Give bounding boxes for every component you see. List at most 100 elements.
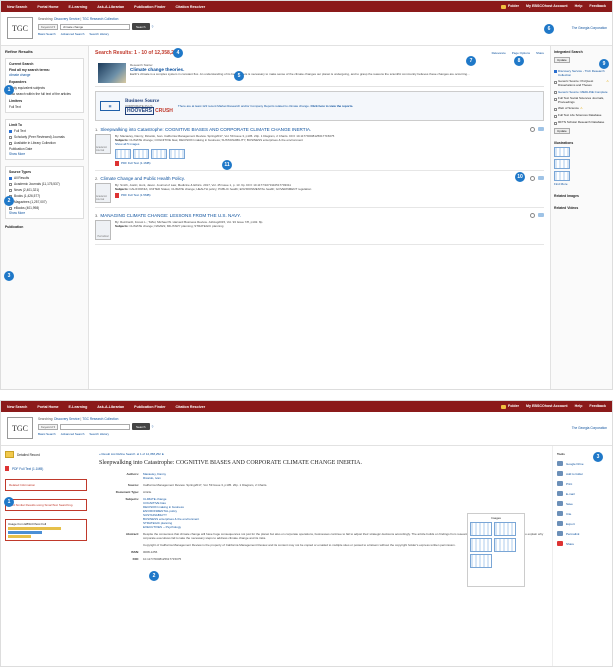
integrated-search-title[interactable]: Integrated Search [554, 50, 609, 54]
feedback-link[interactable]: Feedback [589, 404, 606, 408]
nav-citation-resolver[interactable]: Citation Resolver [176, 405, 206, 409]
preview-icon[interactable] [530, 127, 535, 132]
corporation-link[interactable]: The Georgia Corporation [572, 426, 607, 430]
result-title[interactable]: MANAGING CLIMATE CHANGE: LESSONS FROM TH… [100, 213, 241, 218]
page-options[interactable]: Page Options [512, 51, 530, 55]
nav-e-learning[interactable]: E-Learning [69, 5, 88, 9]
tool-print[interactable]: Print [557, 481, 608, 486]
publication-facet[interactable]: Publication [5, 225, 84, 229]
nav-ask-librarian[interactable]: Ask-A-Librarian [97, 405, 124, 409]
corporation-link[interactable]: The Georgia Corporation [572, 26, 607, 30]
source-all[interactable]: All Results [9, 176, 80, 180]
expander-2[interactable]: Also search within the full text of the … [9, 92, 80, 96]
search-history-link[interactable]: Search History [89, 432, 109, 436]
image-thumb[interactable] [133, 148, 149, 159]
field-select[interactable]: Keyword ▾ [38, 423, 59, 430]
searching-db[interactable]: Discovery Service [54, 417, 80, 421]
image-thumb[interactable] [494, 522, 516, 536]
show-images-link[interactable]: Show all 5 images [115, 142, 544, 146]
tool-add-folder[interactable]: Add to folder [557, 471, 608, 476]
view-reports-link[interactable]: Click here to view the reports. [311, 104, 354, 108]
pdf-full-text-link[interactable]: PDF Full Text (1.1MB) [5, 466, 87, 471]
nav-new-search[interactable]: New Search [7, 5, 27, 9]
nav-ask-librarian[interactable]: Ask-A-Librarian [97, 5, 124, 9]
nav-publication-finder[interactable]: Publication Finder [134, 405, 165, 409]
source-item[interactable]: Discovery Service - TGC Research Collect… [554, 68, 609, 77]
tool-export[interactable]: Export [557, 521, 608, 526]
nav-new-search[interactable]: New Search [7, 405, 27, 409]
search-input[interactable]: climate change [60, 23, 131, 30]
image-thumb[interactable] [470, 554, 492, 568]
update-button-2[interactable]: Update [554, 128, 570, 134]
nav-portal-home[interactable]: Portal Home [37, 405, 58, 409]
source-academic[interactable]: Academic Journals (11,175,537) [9, 182, 80, 186]
source-news[interactable]: News (2,401,321) [9, 188, 80, 192]
update-button[interactable]: Update [554, 57, 570, 63]
help-icon[interactable]: ? [152, 425, 154, 429]
folder-link[interactable]: Folder [501, 404, 519, 409]
tool-google-drive[interactable]: Google Drive [557, 461, 608, 466]
account-link[interactable]: My EBSCOhost Account [526, 4, 568, 8]
source-item[interactable]: Generic Source: ProQuest Dissertations a… [554, 79, 609, 87]
source-item[interactable]: Generic Source: MEDLINE Complete [554, 89, 609, 94]
tool-save[interactable]: Save [557, 501, 608, 506]
detailed-record-item[interactable]: Detailed Record [5, 451, 87, 458]
advanced-search-link[interactable]: Advanced Search [61, 432, 85, 436]
pub-date-range[interactable]: Publication Date [9, 147, 80, 151]
illustration-thumb[interactable] [554, 159, 570, 169]
search-button[interactable]: Search [132, 423, 150, 430]
research-starter-image[interactable] [98, 63, 126, 83]
collection-link[interactable]: TGC Research Collection [82, 417, 118, 421]
current-search-title[interactable]: Current Search [9, 62, 80, 66]
source-item[interactable]: RFTN Scholar Research Database [554, 120, 609, 125]
related-videos-title[interactable]: Related Videos [554, 206, 609, 210]
show-more-link[interactable]: Show More [9, 152, 80, 156]
tool-email[interactable]: E-mail [557, 491, 608, 496]
source-magazines[interactable]: Magazines (1,257,007) [9, 200, 80, 204]
image-thumb[interactable] [494, 538, 516, 552]
search-input[interactable] [60, 423, 131, 430]
find-similar-link[interactable]: Find Similar Results using SmartText Sea… [5, 499, 87, 511]
image-thumb[interactable] [470, 522, 492, 536]
source-item[interactable]: Full Text Social Sciences Journals, Proc… [554, 96, 609, 104]
nav-e-learning[interactable]: E-Learning [69, 405, 88, 409]
add-to-folder-icon[interactable] [538, 175, 544, 180]
tgc-logo[interactable]: TGC [7, 417, 33, 439]
query-term[interactable]: climate change [9, 73, 80, 77]
feedback-link[interactable]: Feedback [589, 4, 606, 8]
expander-1[interactable]: Apply equivalent subjects [9, 86, 80, 90]
nav-publication-finder[interactable]: Publication Finder [134, 5, 165, 9]
folder-link[interactable]: Folder [501, 4, 519, 9]
search-history-link[interactable]: Search History [89, 32, 109, 36]
result-title[interactable]: Sleepwalking into Catastrophe: COGNITIVE… [100, 127, 311, 132]
preview-icon[interactable] [530, 212, 535, 218]
business-source-banner[interactable]: ▦ Business Source CORPORATE PLUS HOOVERS… [95, 91, 544, 121]
find-more-link[interactable]: Find More [554, 182, 609, 186]
tool-share[interactable]: Share [557, 541, 608, 546]
advanced-search-link[interactable]: Advanced Search [61, 32, 85, 36]
result-title[interactable]: Climate Change and Public Health Policy. [100, 176, 185, 181]
related-images-title[interactable]: Related Images [554, 194, 609, 198]
help-icon[interactable]: ? [152, 25, 154, 29]
add-to-folder-icon[interactable] [538, 127, 544, 131]
collection-link[interactable]: TGC Research Collection [82, 17, 118, 21]
basic-search-link[interactable]: Basic Search [38, 432, 56, 436]
account-link[interactable]: My EBSCOhost Account [526, 404, 568, 408]
source-books[interactable]: Books (1,426,577) [9, 194, 80, 198]
help-link[interactable]: Help [575, 404, 583, 408]
image-thumb[interactable] [169, 148, 185, 159]
limiter-full-text[interactable]: Full Text [9, 105, 80, 109]
limit-full-text[interactable]: Full Text [9, 129, 80, 133]
tgc-logo[interactable]: TGC [7, 17, 33, 39]
pdf-full-text-link[interactable]: PDF Full Text (1.5MB) [115, 193, 544, 199]
record-breadcrumb[interactable]: « Result List Refine Search ◄ 1 of 12,35… [99, 452, 544, 456]
limit-scholarly[interactable]: Scholarly (Peer Reviewed) Journals [9, 135, 80, 139]
searching-db[interactable]: Discovery Service [54, 17, 80, 21]
source-item[interactable]: Web of Science ⚠ [554, 106, 609, 111]
nav-citation-resolver[interactable]: Citation Resolver [176, 5, 206, 9]
field-select[interactable]: Keyword ▾ [38, 23, 59, 30]
image-thumb[interactable] [151, 148, 167, 159]
tool-cite[interactable]: Cite [557, 511, 608, 516]
preview-icon[interactable] [530, 175, 535, 181]
image-thumb[interactable] [470, 538, 492, 552]
